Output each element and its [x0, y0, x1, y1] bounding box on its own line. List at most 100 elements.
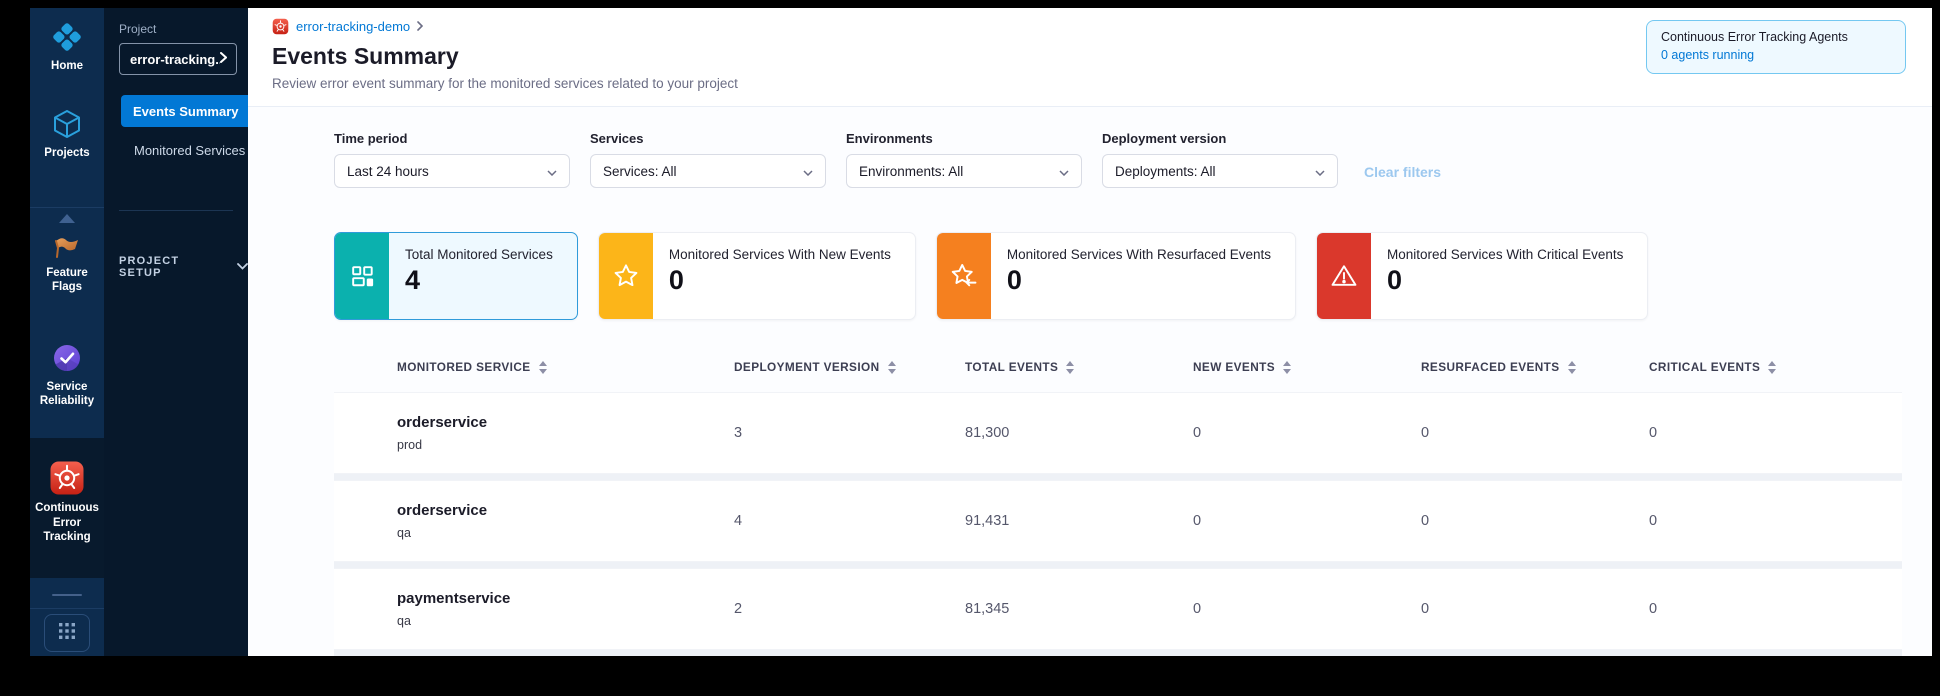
- select-value: Last 24 hours: [347, 164, 429, 179]
- reliability-icon: [50, 341, 84, 375]
- sort-icon: [1568, 361, 1576, 374]
- services-grid-icon: [335, 233, 389, 319]
- sidebar-divider: [30, 207, 104, 208]
- critical-events-cell: 0: [1649, 513, 1902, 529]
- row-divider: [334, 650, 1902, 656]
- sort-icon: [1283, 361, 1291, 374]
- project-selector[interactable]: error-tracking...: [119, 43, 237, 75]
- flag-icon: [52, 233, 82, 261]
- services-select[interactable]: Services: All: [590, 154, 826, 188]
- chevron-down-icon: [1315, 164, 1325, 179]
- sort-icon: [1768, 361, 1776, 374]
- collapse-handle[interactable]: [52, 594, 82, 596]
- card-label: Monitored Services With Critical Events: [1387, 247, 1623, 262]
- select-value: Deployments: All: [1115, 164, 1216, 179]
- cube-icon: [50, 107, 84, 141]
- project-sidebar: Project error-tracking... Events Summary…: [104, 8, 248, 656]
- filter-label: Time period: [334, 131, 570, 146]
- column-header-new-events[interactable]: NEW EVENTS: [1193, 360, 1421, 374]
- card-label: Monitored Services With New Events: [669, 247, 891, 262]
- resurfaced-events-cell: 0: [1421, 425, 1649, 441]
- target-icon: [49, 460, 85, 496]
- page-header: error-tracking-demo Events Summary Revie…: [248, 8, 1932, 107]
- filter-label: Services: [590, 131, 826, 146]
- sidebar-item-feature-flags[interactable]: Feature Flags: [30, 229, 107, 299]
- sort-icon: [1066, 361, 1074, 374]
- sidebar-item-home[interactable]: Home: [30, 16, 107, 77]
- apps-menu-button[interactable]: [44, 614, 90, 652]
- card-value: 0: [669, 267, 891, 294]
- project-setup-section[interactable]: PROJECT SETUP: [119, 255, 248, 279]
- project-selector-value: error-tracking...: [130, 52, 220, 67]
- service-name: orderservice: [397, 502, 734, 519]
- filter-label: Environments: [846, 131, 1082, 146]
- section-label: PROJECT SETUP: [119, 255, 221, 279]
- deployment-version-cell: 2: [734, 601, 965, 617]
- column-header-resurfaced-events[interactable]: RESURFACED EVENTS: [1421, 360, 1649, 374]
- chevron-right-icon: [220, 50, 227, 68]
- filter-services: Services Services: All: [590, 131, 826, 188]
- card-total-monitored-services[interactable]: Total Monitored Services 4: [334, 232, 578, 320]
- card-label: Monitored Services With Resurfaced Event…: [1007, 247, 1271, 262]
- nav-divider: [119, 210, 233, 211]
- total-events-cell: 81,300: [965, 425, 1193, 441]
- sidebar-item-projects[interactable]: Projects: [30, 103, 107, 164]
- table-row[interactable]: orderservice qa 4 91,431 0 0 0: [334, 480, 1902, 562]
- column-header-monitored-service[interactable]: MONITORED SERVICE: [397, 360, 734, 374]
- nav-item-label: Monitored Services: [134, 143, 245, 158]
- module-sidebar: Home Projects Feature Flags: [30, 8, 104, 656]
- table-row[interactable]: orderservice prod 3 81,300 0 0 0: [334, 392, 1902, 474]
- service-name: paymentservice: [397, 590, 734, 607]
- card-label: Total Monitored Services: [405, 247, 553, 262]
- column-header-total-events[interactable]: TOTAL EVENTS: [965, 360, 1193, 374]
- select-value: Environments: All: [859, 164, 963, 179]
- time-period-select[interactable]: Last 24 hours: [334, 154, 570, 188]
- nav-item-events-summary[interactable]: Events Summary: [121, 95, 248, 127]
- breadcrumb-link[interactable]: error-tracking-demo: [296, 19, 410, 34]
- sidebar-bottom: [30, 578, 104, 656]
- scroll-up-icon[interactable]: [59, 214, 75, 223]
- deployment-version-cell: 3: [734, 425, 965, 441]
- clear-filters-button[interactable]: Clear filters: [1364, 164, 1441, 180]
- sidebar-item-continuous-error-tracking[interactable]: Continuous Error Tracking: [30, 438, 107, 578]
- error-tracking-project-icon: [272, 18, 289, 35]
- nav-item-label: Events Summary: [133, 104, 239, 119]
- filter-environments: Environments Environments: All: [846, 131, 1082, 188]
- sidebar-item-label: Home: [51, 59, 83, 73]
- table-row[interactable]: paymentservice qa 2 81,345 0 0 0: [334, 568, 1902, 650]
- page-subtitle: Review error event summary for the monit…: [272, 76, 1908, 91]
- agents-status-card[interactable]: Continuous Error Tracking Agents 0 agent…: [1646, 20, 1906, 74]
- column-header-deployment-version[interactable]: DEPLOYMENT VERSION: [734, 360, 965, 374]
- deployments-select[interactable]: Deployments: All: [1102, 154, 1338, 188]
- sidebar-item-label: Feature Flags: [30, 266, 104, 295]
- star-icon: [599, 233, 653, 319]
- environments-select[interactable]: Environments: All: [846, 154, 1082, 188]
- new-events-cell: 0: [1193, 425, 1421, 441]
- agents-running-link[interactable]: 0 agents running: [1661, 48, 1891, 62]
- column-header-critical-events[interactable]: CRITICAL EVENTS: [1649, 360, 1902, 374]
- sidebar-item-label: Service Reliability: [30, 380, 104, 409]
- card-resurfaced-events[interactable]: Monitored Services With Resurfaced Event…: [936, 232, 1296, 320]
- chevron-right-icon: [417, 19, 423, 34]
- sidebar-item-service-reliability[interactable]: Service Reliability: [30, 337, 107, 413]
- events-table: MONITORED SERVICE DEPLOYMENT VERSION TOT…: [334, 354, 1902, 656]
- chevron-down-icon: [1059, 164, 1069, 179]
- total-events-cell: 91,431: [965, 513, 1193, 529]
- sort-icon: [539, 361, 547, 374]
- resurfaced-events-cell: 0: [1421, 601, 1649, 617]
- deployment-version-cell: 4: [734, 513, 965, 529]
- card-value: 0: [1007, 267, 1271, 294]
- filter-deployment-version: Deployment version Deployments: All: [1102, 131, 1338, 188]
- harness-logo-icon: [50, 20, 84, 54]
- table-body: orderservice prod 3 81,300 0 0 0 orderse…: [334, 392, 1902, 656]
- main-content: error-tracking-demo Events Summary Revie…: [248, 8, 1932, 656]
- card-value: 4: [405, 267, 553, 294]
- chevron-down-icon: [803, 164, 813, 179]
- card-critical-events[interactable]: Monitored Services With Critical Events …: [1316, 232, 1648, 320]
- table-header-row: MONITORED SERVICE DEPLOYMENT VERSION TOT…: [334, 354, 1902, 380]
- chevron-down-icon: [547, 164, 557, 179]
- nav-item-monitored-services[interactable]: Monitored Services: [104, 134, 248, 166]
- agents-card-title: Continuous Error Tracking Agents: [1661, 30, 1891, 44]
- card-new-events[interactable]: Monitored Services With New Events 0: [598, 232, 916, 320]
- chevron-down-icon: [237, 261, 248, 273]
